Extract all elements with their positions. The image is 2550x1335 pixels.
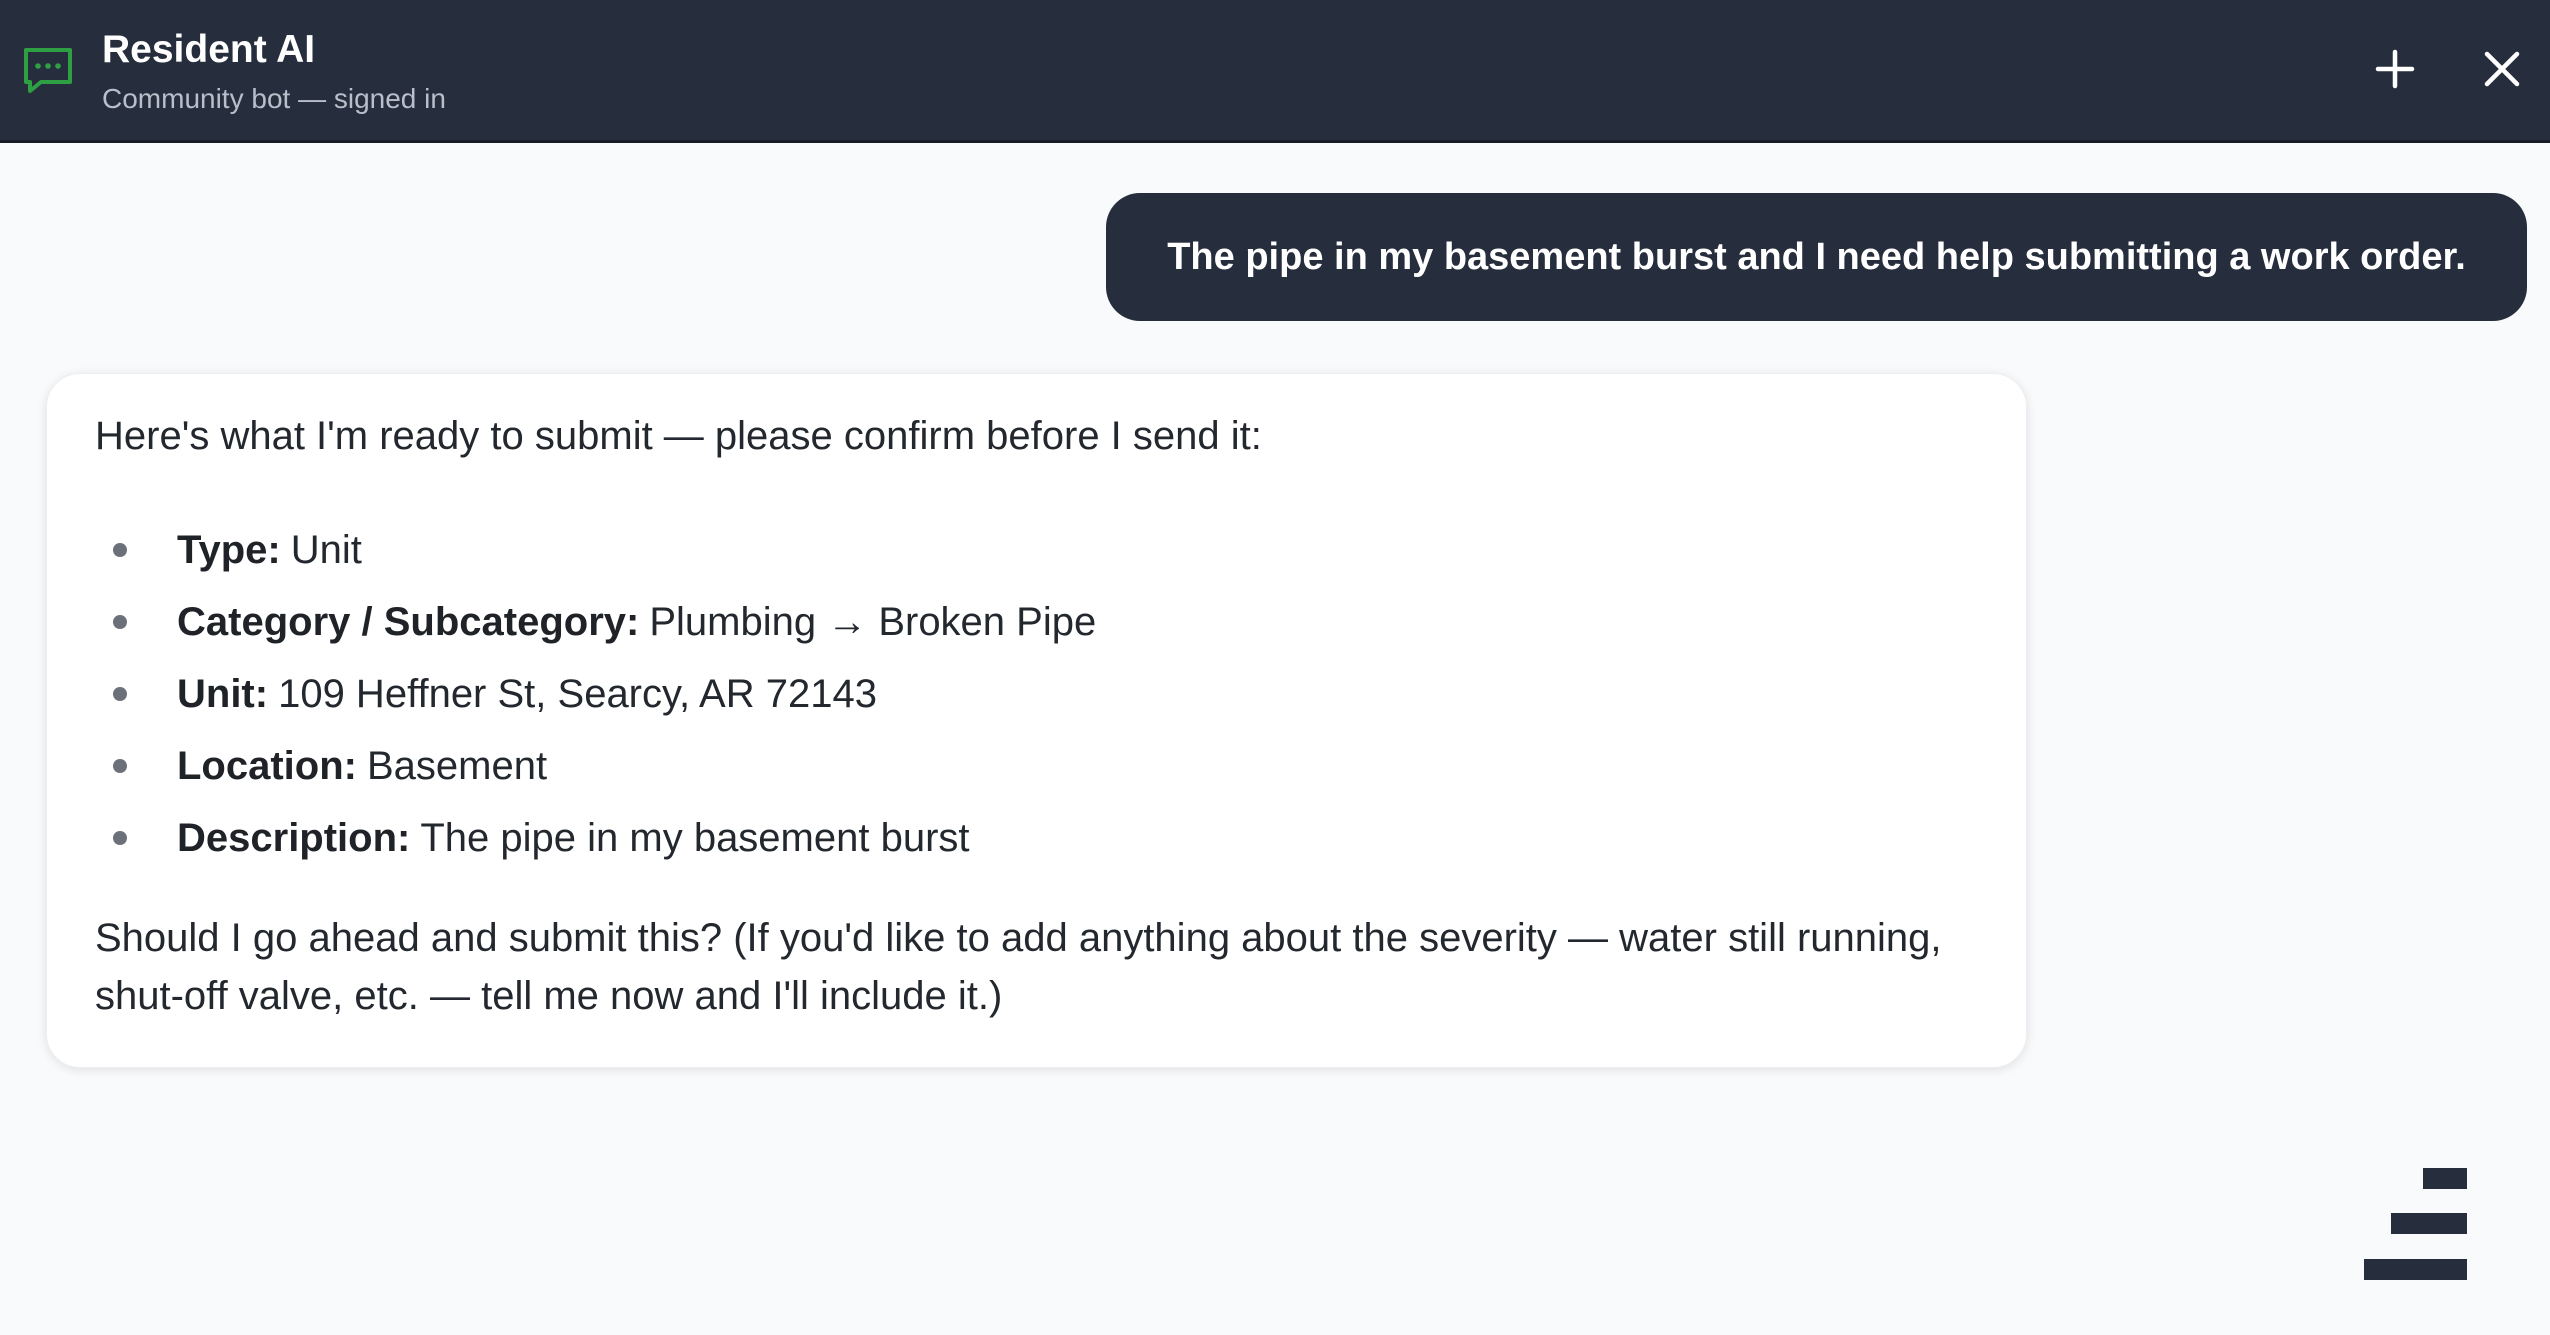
work-order-summary-list: Type: Unit Category / Subcategory: Plumb… [95,514,1975,874]
bullet-icon [113,831,127,845]
summary-item-category: Category / Subcategory: Plumbing → Broke… [95,586,1975,658]
bullet-icon [113,687,127,701]
brand-logo-icon [2360,1168,2470,1280]
user-message-bubble: The pipe in my basement burst and I need… [1106,193,2527,321]
summary-item-unit: Unit: 109 Heffner St, Searcy, AR 72143 [95,658,1975,730]
plus-icon [2375,49,2415,94]
summary-value: Basement [366,743,548,788]
bullet-icon [113,759,127,773]
summary-label: Description: [177,815,411,860]
summary-item-type: Type: Unit [95,514,1975,586]
chat-bubble-icon [21,44,75,98]
summary-value: Unit [290,527,362,572]
summary-label: Category / Subcategory: [177,599,640,644]
bullet-icon [113,615,127,629]
new-chat-button[interactable] [2366,42,2424,100]
summary-value: 109 Heffner St, Searcy, AR 72143 [278,671,877,716]
summary-label: Type: [177,527,281,572]
user-message-text: The pipe in my basement burst and I need… [1167,235,2466,278]
header-title: Resident AI [102,28,316,71]
bot-confirmation-question: Should I go ahead and submit this? (If y… [95,916,1942,1018]
summary-item-description: Description: The pipe in my basement bur… [95,802,1975,874]
close-button[interactable] [2473,42,2531,100]
chat-header: Resident AI Community bot — signed in [0,0,2550,143]
summary-value: The pipe in my basement burst [420,815,970,860]
summary-label: Location: [177,743,357,788]
bullet-icon [113,543,127,557]
bot-intro-text: Here's what I'm ready to submit — please… [95,414,1262,458]
close-icon [2483,50,2521,93]
bot-message-card: Here's what I'm ready to submit — please… [46,373,2027,1068]
header-subtitle: Community bot — signed in [102,83,446,114]
summary-label: Unit: [177,671,269,716]
summary-value: Plumbing → Broken Pipe [649,599,1097,644]
summary-item-location: Location: Basement [95,730,1975,802]
